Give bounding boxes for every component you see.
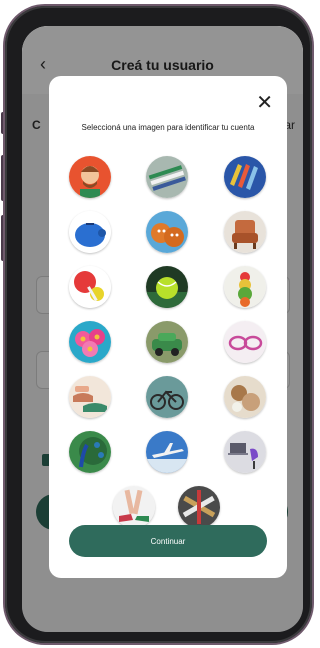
avatar-option-airplane[interactable] bbox=[146, 431, 188, 473]
avatar-grid bbox=[49, 76, 287, 578]
avatar-option-bicycle[interactable] bbox=[146, 376, 188, 418]
avatar-option-skateboards[interactable] bbox=[178, 486, 220, 528]
avatar-option-shoes[interactable] bbox=[69, 376, 111, 418]
avatar-option-gingerbread-cookies[interactable] bbox=[146, 211, 188, 253]
avatar-option-pencils-blue[interactable] bbox=[224, 156, 266, 198]
avatar-option-desk-chair[interactable] bbox=[224, 431, 266, 473]
phone-frame: ‹ Creá tu usuario C ar ✕ Seleccioná una … bbox=[5, 6, 312, 643]
avatar-option-fruit-stack[interactable] bbox=[224, 266, 266, 308]
avatar-picker-modal: ✕ Seleccioná una imagen para identificar… bbox=[49, 76, 287, 578]
avatar-option-pencils-top[interactable] bbox=[146, 156, 188, 198]
screen: ‹ Creá tu usuario C ar ✕ Seleccioná una … bbox=[22, 26, 303, 632]
avatar-option-legs-heels[interactable] bbox=[113, 486, 155, 528]
avatar-option-green-car[interactable] bbox=[146, 321, 188, 363]
avatar-option-piggy-bank[interactable] bbox=[69, 211, 111, 253]
avatar-option-peacock[interactable] bbox=[69, 431, 111, 473]
avatar-option-pink-flowers[interactable] bbox=[69, 321, 111, 363]
avatar-option-lollipop[interactable] bbox=[69, 266, 111, 308]
avatar-option-tennis-ball[interactable] bbox=[146, 266, 188, 308]
avatar-option-armchair[interactable] bbox=[224, 211, 266, 253]
avatar-option-sunglasses[interactable] bbox=[224, 321, 266, 363]
continue-button[interactable]: Continuar bbox=[69, 525, 267, 557]
avatar-option-man-cartoon[interactable] bbox=[69, 156, 111, 198]
avatar-option-seashells[interactable] bbox=[224, 376, 266, 418]
